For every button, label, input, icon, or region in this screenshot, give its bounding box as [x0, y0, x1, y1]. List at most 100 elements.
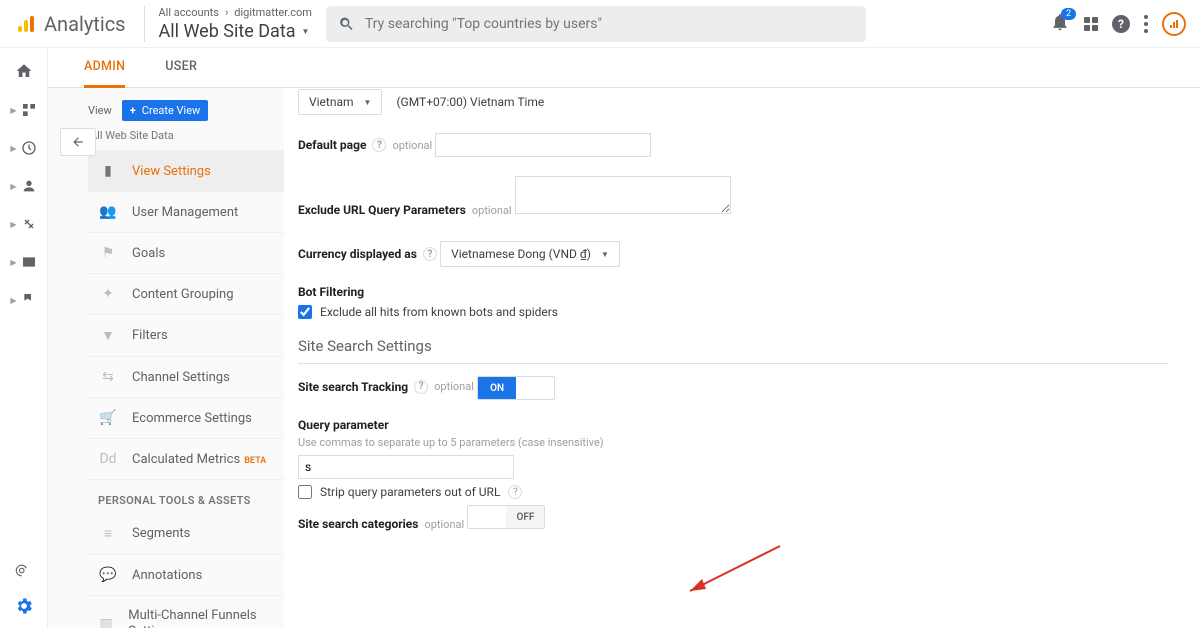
sidebar-item-label: Calculated Metrics	[132, 452, 240, 467]
toggle-off: OFF	[506, 506, 544, 528]
strip-query-checkbox[interactable]	[298, 485, 312, 499]
tab-user[interactable]: USER	[165, 48, 197, 88]
bot-filter-checkbox-row[interactable]: Exclude all hits from known bots and spi…	[298, 305, 1168, 319]
sidebar-item-goals[interactable]: ⚑ Goals	[88, 233, 284, 274]
cart-icon: 🛒	[98, 410, 118, 426]
site-search-header: Site Search Settings	[298, 337, 1168, 364]
currency-value: Vietnamese Dong (VND ₫)	[451, 247, 591, 261]
notification-count: 2	[1061, 8, 1076, 20]
sidebar-item-segments[interactable]: ≡Segments	[88, 513, 284, 555]
document-icon: ▮	[98, 163, 118, 179]
breadcrumb-domain: digitmatter.com	[234, 6, 312, 19]
breadcrumb-all: All accounts	[159, 6, 219, 19]
sidebar-item-label: Ecommerce Settings	[132, 411, 252, 426]
query-param-input[interactable]	[298, 455, 514, 479]
chart-icon: ▥	[98, 616, 114, 628]
view-path[interactable]: All accounts › digitmatter.com All Web S…	[144, 6, 312, 42]
behavior-icon[interactable]: ▶	[10, 254, 36, 270]
help-icon[interactable]: ?	[372, 138, 386, 152]
metrics-icon: Dd	[98, 451, 118, 467]
site-search-categories-label: Site search categories	[298, 517, 418, 531]
help-icon[interactable]: ?	[423, 247, 437, 261]
flag-icon: ⚑	[98, 245, 118, 261]
sidebar-item-label: Goals	[132, 246, 165, 261]
admin-gear-icon[interactable]	[14, 596, 34, 616]
channel-icon: ⇆	[98, 369, 118, 385]
sidebar-item-mcf-settings[interactable]: ▥Multi-Channel Funnels Settings	[88, 596, 284, 628]
query-param-label: Query parameter	[298, 418, 389, 432]
annotation-arrow	[680, 541, 790, 601]
more-menu-icon[interactable]	[1144, 15, 1148, 33]
sidebar-item-calculated-metrics[interactable]: DdCalculated MetricsBETA	[88, 439, 284, 480]
timezone-country-select[interactable]: Vietnam ▼	[298, 89, 382, 115]
site-search-tracking-label: Site search Tracking	[298, 380, 408, 394]
back-button[interactable]	[60, 128, 96, 156]
default-page-input[interactable]	[435, 133, 651, 157]
sidebar-item-label: Annotations	[132, 568, 202, 583]
exclude-params-label: Exclude URL Query Parameters	[298, 203, 466, 217]
create-view-label: Create View	[142, 104, 201, 117]
sidebar-item-channel-settings[interactable]: ⇆ Channel Settings	[88, 357, 284, 398]
plus-icon: +	[130, 104, 136, 117]
acquisition-icon[interactable]: ▶	[10, 216, 36, 232]
help-icon[interactable]: ?	[508, 485, 522, 499]
sidebar-item-filters[interactable]: ▼ Filters	[88, 315, 284, 357]
view-column-label: View	[88, 104, 112, 117]
chevron-right-icon: ›	[225, 6, 228, 19]
sidebar-item-user-management[interactable]: 👥 User Management	[88, 192, 284, 233]
sidebar-item-ecommerce-settings[interactable]: 🛒 Ecommerce Settings	[88, 398, 284, 439]
site-search-categories-toggle[interactable]: OFF	[467, 505, 545, 529]
sidebar-item-label: View Settings	[132, 164, 211, 179]
people-icon: 👥	[98, 204, 118, 220]
discover-icon[interactable]	[15, 560, 33, 578]
current-view-name[interactable]: All Web Site Data	[88, 129, 284, 142]
top-bar: Analytics All accounts › digitmatter.com…	[0, 0, 1200, 48]
sidebar-item-label: User Management	[132, 205, 238, 220]
account-button[interactable]	[1162, 12, 1186, 36]
search-input[interactable]	[365, 16, 854, 32]
site-search-toggle[interactable]: ON	[477, 376, 555, 400]
strip-query-checkbox-row[interactable]: Strip query parameters out of URL?	[298, 485, 1168, 499]
caret-down-icon: ▼	[302, 27, 310, 36]
sidebar-item-content-grouping[interactable]: ✦ Content Grouping	[88, 274, 284, 315]
tab-admin[interactable]: ADMIN	[84, 48, 125, 88]
toggle-off-slot	[516, 377, 554, 399]
optional-tag: optional	[434, 380, 474, 393]
admin-tabs: ADMIN USER	[48, 48, 1200, 88]
bot-filter-checkbox[interactable]	[298, 305, 312, 319]
annotation-icon: 💬	[98, 567, 118, 583]
caret-down-icon: ▼	[364, 98, 372, 107]
brand-logo: Analytics	[14, 12, 126, 36]
grouping-icon: ✦	[98, 286, 118, 302]
segments-icon: ≡	[98, 525, 118, 542]
search-bar[interactable]	[326, 6, 866, 42]
help-icon[interactable]: ?	[1112, 15, 1130, 33]
apps-icon[interactable]	[1084, 17, 1098, 31]
admin-sidebar: View + Create View All Web Site Data ▮ Vie…	[48, 88, 284, 628]
sidebar-item-label: Content Grouping	[132, 287, 234, 302]
timezone-country-value: Vietnam	[309, 95, 354, 109]
notifications-button[interactable]: 2	[1050, 12, 1070, 36]
create-view-button[interactable]: + Create View	[122, 100, 209, 121]
currency-select[interactable]: Vietnamese Dong (VND ₫)▼	[440, 241, 620, 267]
realtime-icon[interactable]: ▶	[10, 140, 36, 156]
optional-tag: optional	[392, 139, 432, 152]
conversions-icon[interactable]: ▶	[10, 292, 36, 308]
sidebar-item-annotations[interactable]: 💬 Annotations	[88, 555, 284, 596]
view-selector[interactable]: All Web Site Data ▼	[159, 21, 312, 42]
home-icon[interactable]	[15, 62, 33, 80]
sidebar-item-label: Filters	[132, 328, 168, 343]
exclude-params-input[interactable]	[515, 176, 731, 214]
sidebar-item-label: Channel Settings	[132, 370, 230, 385]
filter-icon: ▼	[98, 327, 118, 344]
help-icon[interactable]: ?	[414, 380, 428, 394]
brand-name: Analytics	[44, 12, 126, 36]
view-selector-label: All Web Site Data	[159, 21, 296, 42]
optional-tag: optional	[472, 204, 512, 217]
audience-icon[interactable]: ▶	[10, 178, 36, 194]
optional-tag: optional	[424, 518, 464, 531]
default-page-label: Default page	[298, 138, 366, 152]
customization-icon[interactable]: ▶	[10, 102, 36, 118]
toggle-on-slot	[468, 506, 506, 528]
sidebar-item-view-settings[interactable]: ▮ View Settings	[88, 151, 284, 192]
